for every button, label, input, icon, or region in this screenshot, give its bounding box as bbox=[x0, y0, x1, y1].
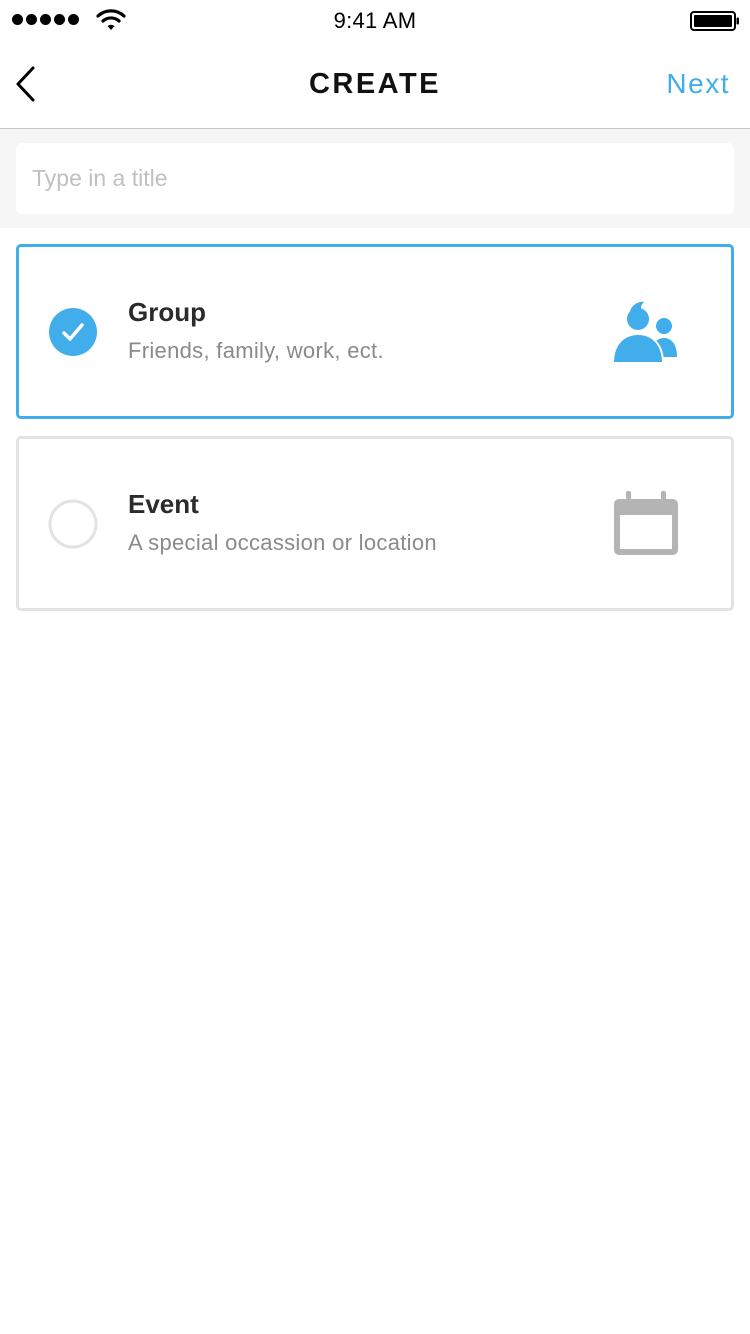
battery-icon bbox=[690, 11, 739, 31]
option-group-title: Group bbox=[128, 297, 206, 327]
next-button[interactable]: Next bbox=[666, 68, 730, 100]
option-event-card[interactable]: Event A special occassion or location bbox=[16, 436, 734, 611]
create-screen: 9:41 AM CREATE Next Group Friends, famil… bbox=[0, 0, 750, 1334]
status-bar: 9:41 AM bbox=[0, 0, 750, 40]
calendar-icon bbox=[614, 491, 678, 555]
title-field-container bbox=[0, 129, 750, 228]
option-group-text: Group Friends, family, work, ect. bbox=[128, 297, 384, 364]
option-group-subtitle: Friends, family, work, ect. bbox=[128, 338, 384, 363]
nav-bar: CREATE Next bbox=[0, 40, 750, 129]
status-time: 9:41 AM bbox=[333, 8, 417, 33]
group-people-icon bbox=[611, 301, 677, 364]
page-title: CREATE bbox=[308, 68, 442, 100]
title-input[interactable] bbox=[16, 143, 734, 214]
option-group-card[interactable]: Group Friends, family, work, ect. bbox=[16, 244, 734, 419]
radio-empty-icon bbox=[48, 499, 98, 549]
checkmark-circle-icon bbox=[49, 308, 97, 356]
option-event-title: Event bbox=[128, 489, 199, 519]
option-event-text: Event A special occassion or location bbox=[128, 489, 437, 556]
option-event-subtitle: A special occassion or location bbox=[128, 530, 437, 555]
